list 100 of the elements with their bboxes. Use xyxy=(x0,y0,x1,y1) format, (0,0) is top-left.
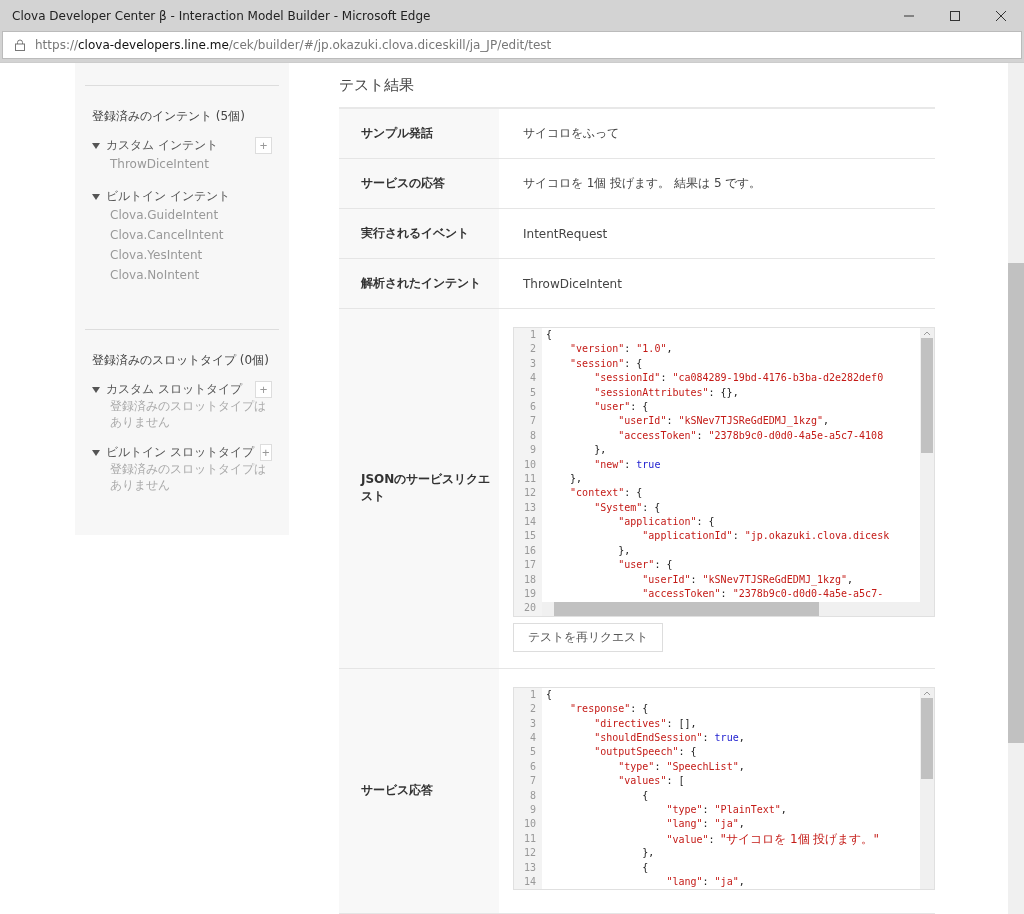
line-number: 7 xyxy=(528,774,537,789)
row-value: IntentRequest xyxy=(523,226,608,241)
code-line: "lang": "ja", xyxy=(665,817,746,832)
row-value: ThrowDiceIntent xyxy=(523,276,622,291)
code-line: "lang": "ja", xyxy=(665,874,746,889)
code-editor[interactable] xyxy=(513,327,935,617)
line-number: 1 xyxy=(528,328,537,342)
maximize-icon xyxy=(950,10,960,21)
code-line: { xyxy=(546,328,554,342)
address-field[interactable]: https://clova-developers.line.me/cek/builder/#/jp.okazuki.clova.diceskill/ja_JP/edit/test xyxy=(2,31,1022,59)
add-button[interactable]: + xyxy=(255,381,272,398)
empty-message: 登録済みのスロットタイプはありません xyxy=(109,461,267,493)
code-line: "value": "サイコロを 1個 投げます。" xyxy=(665,831,880,847)
group-label[interactable]: ビルトイン スロットタイプ xyxy=(106,444,254,461)
line-number: 12 xyxy=(522,846,537,861)
intent-item[interactable]: ThrowDiceIntent xyxy=(92,154,272,174)
code-line: { xyxy=(641,788,650,803)
close-icon xyxy=(996,10,1006,21)
line-number: 10 xyxy=(522,457,537,472)
line-number: 3 xyxy=(528,716,537,731)
line-number: 15 xyxy=(522,529,537,544)
section-title: テスト結果 xyxy=(339,74,415,96)
code-line: "outputSpeech": { xyxy=(593,745,698,760)
code-line: "System": { xyxy=(593,500,662,515)
add-button[interactable]: + xyxy=(255,137,272,154)
code-editor[interactable] xyxy=(513,686,935,891)
code-line: "context": { xyxy=(569,486,644,501)
code-line: "values": [ xyxy=(617,774,686,789)
row-label: JSONのサービスリクエスト xyxy=(339,309,499,668)
caret-icon[interactable] xyxy=(92,448,100,457)
line-number: 13 xyxy=(522,860,537,875)
caret-icon[interactable] xyxy=(92,192,100,201)
row-label: 解析されたインテント xyxy=(339,259,499,308)
page-scrollbar[interactable] xyxy=(1008,63,1024,914)
line-number: 11 xyxy=(522,831,537,846)
code-line: "new": true xyxy=(593,457,662,472)
intent-item[interactable]: Clova.GuideIntent xyxy=(92,205,272,225)
line-number: 13 xyxy=(522,500,537,515)
line-number: 20 xyxy=(522,601,537,616)
line-number: 12 xyxy=(522,486,537,501)
code-line: "user": { xyxy=(617,558,674,573)
line-number: 2 xyxy=(528,342,537,357)
add-button[interactable]: + xyxy=(259,444,272,461)
line-number: 8 xyxy=(528,428,537,443)
window-title: Clova Developer Center β - Interaction Model Builder - Microsoft Edge xyxy=(12,8,432,23)
line-number: 5 xyxy=(528,385,537,400)
vertical-scrollbar[interactable] xyxy=(920,328,934,616)
line-number: 9 xyxy=(528,443,537,458)
row-label: サービス応答 xyxy=(339,668,499,913)
group-label[interactable]: カスタム スロットタイプ xyxy=(106,381,249,398)
code-line: { xyxy=(546,687,554,702)
code-line: "response": { xyxy=(569,702,650,717)
row-label: サンプル発話 xyxy=(339,109,499,158)
section-heading: 登録済みのインテント (5個) xyxy=(92,108,246,125)
row-label: サービスの応答 xyxy=(339,159,499,208)
code-line: "user": { xyxy=(593,399,650,414)
caret-icon[interactable] xyxy=(92,141,100,150)
code-line: "userId": "kSNev7TJSReGdEDMJ_1kzg", xyxy=(641,572,855,588)
empty-message: 登録済みのスロットタイプはありません xyxy=(109,398,267,430)
line-number: 9 xyxy=(528,802,537,817)
code-line: "type": "SpeechList", xyxy=(617,759,746,774)
line-number: 16 xyxy=(522,543,537,558)
caret-icon[interactable] xyxy=(92,385,100,394)
intent-item[interactable]: Clova.CancelIntent xyxy=(92,225,272,245)
code-line: "directives": [], xyxy=(593,716,698,731)
line-number: 10 xyxy=(522,817,537,832)
group-label[interactable]: カスタム インテント xyxy=(106,137,249,154)
code-line: }, xyxy=(641,846,656,861)
line-number: 19 xyxy=(522,587,537,602)
code-line: "version": "1.0", xyxy=(569,342,674,357)
code-line: "applicationId": "jp.okazuki.clova.dicesk xyxy=(641,529,891,544)
code-line: "type": "PlainText", xyxy=(665,802,788,817)
line-number: 2 xyxy=(528,702,537,717)
vertical-scrollbar[interactable] xyxy=(920,687,934,890)
code-line: "shouldEndSession": true, xyxy=(593,731,746,745)
row-value: サイコロをふって xyxy=(523,125,619,142)
re-request-button[interactable]: テストを再リクエスト xyxy=(513,622,663,652)
group-label[interactable]: ビルトイン インテント xyxy=(106,188,272,205)
lock-icon xyxy=(15,39,25,51)
line-number: 7 xyxy=(528,414,537,429)
line-number: 1 xyxy=(528,687,537,702)
line-number: 18 xyxy=(522,572,537,587)
code-line: }, xyxy=(617,543,632,558)
line-number: 6 xyxy=(528,399,537,414)
line-number: 5 xyxy=(528,745,537,760)
line-number: 4 xyxy=(528,731,537,745)
line-number: 11 xyxy=(522,471,537,486)
code-line: }, xyxy=(569,471,584,486)
code-line: "session": { xyxy=(569,356,644,371)
line-number: 17 xyxy=(522,558,537,573)
line-number: 6 xyxy=(528,759,537,774)
row-label: 実行されるイベント xyxy=(339,209,499,258)
code-line: "userId": "kSNev7TJSReGdEDMJ_1kzg", xyxy=(617,414,830,429)
code-line: }, xyxy=(593,443,608,458)
code-line: "sessionAttributes": {}, xyxy=(593,385,740,400)
intent-item[interactable]: Clova.NoIntent xyxy=(92,265,272,285)
code-line: { xyxy=(641,860,650,875)
code-line: "accessToken": "2378b9c0-d0d0-4a5e-a5c7-4108 xyxy=(617,428,885,443)
intent-item[interactable]: Clova.YesIntent xyxy=(92,245,272,265)
row-value: サイコロを 1個 投げます。 結果は 5 です。 xyxy=(523,175,762,192)
